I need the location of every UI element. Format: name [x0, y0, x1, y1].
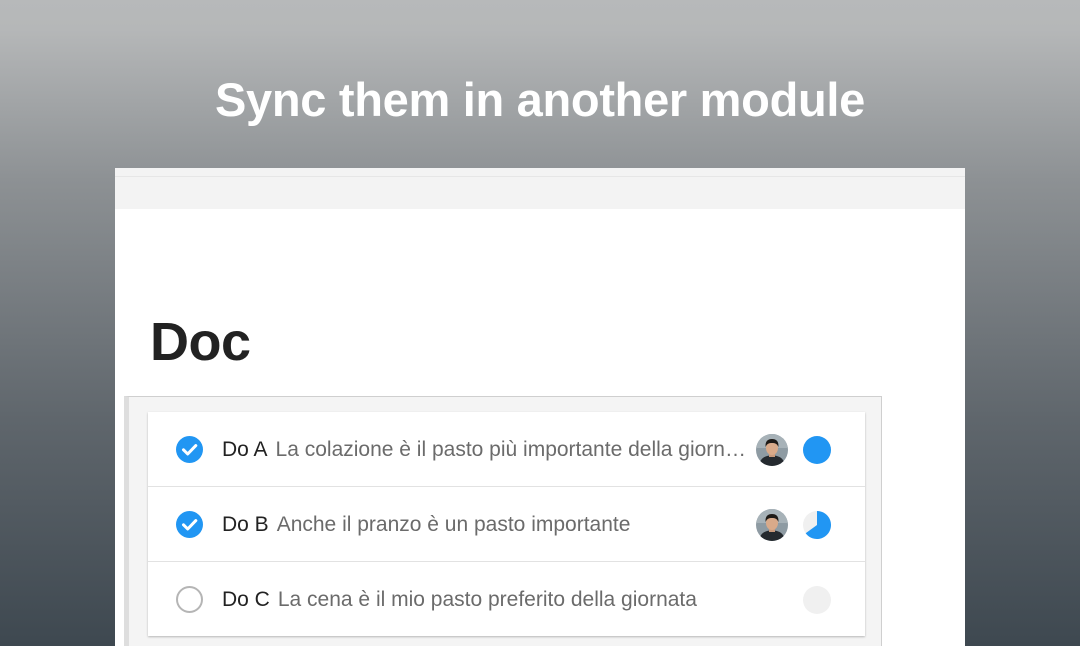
- window-toolbar: [115, 168, 965, 209]
- task-description: Anche il pranzo è un pasto importante: [276, 513, 631, 536]
- checkmark-icon: [182, 444, 198, 456]
- progress-fill: [803, 436, 831, 464]
- assignee-avatar[interactable]: [756, 509, 788, 541]
- progress-indicator: [803, 586, 831, 614]
- task-row[interactable]: Do B Anche il pranzo è un pasto important…: [148, 487, 865, 562]
- task-name: Do B: [222, 513, 269, 536]
- checkmark-icon: [182, 519, 198, 531]
- task-checkbox[interactable]: [176, 586, 203, 613]
- progress-indicator: [803, 511, 831, 539]
- task-text[interactable]: Do C La cena è il mio pasto preferito del…: [222, 586, 752, 613]
- task-text[interactable]: Do B Anche il pranzo è un pasto important…: [222, 511, 752, 538]
- assignee-avatar[interactable]: [756, 434, 788, 466]
- task-row[interactable]: Do A La colazione è il pasto più importan…: [148, 412, 865, 487]
- toolbar-divider: [115, 176, 965, 177]
- task-checkbox[interactable]: [176, 511, 203, 538]
- person-avatar-icon: [756, 509, 788, 541]
- doc-title: Doc: [150, 312, 251, 372]
- task-row[interactable]: Do C La cena è il mio pasto preferito del…: [148, 562, 865, 636]
- progress-track: [803, 586, 831, 614]
- task-text[interactable]: Do A La colazione è il pasto più importan…: [222, 436, 752, 463]
- task-description: La cena è il mio pasto preferito della g…: [277, 588, 697, 611]
- headline: Sync them in another module: [215, 73, 865, 126]
- app-window: Doc Do A La colazione è il pasto più impo…: [115, 168, 965, 646]
- person-avatar-icon: [756, 434, 788, 466]
- task-checkbox[interactable]: [176, 436, 203, 463]
- task-list: Do A La colazione è il pasto più importan…: [148, 412, 865, 636]
- progress-indicator: [803, 436, 831, 464]
- task-name: Do C: [222, 588, 270, 611]
- task-description: La colazione è il pasto più importante d…: [275, 438, 752, 461]
- task-name: Do A: [222, 438, 268, 461]
